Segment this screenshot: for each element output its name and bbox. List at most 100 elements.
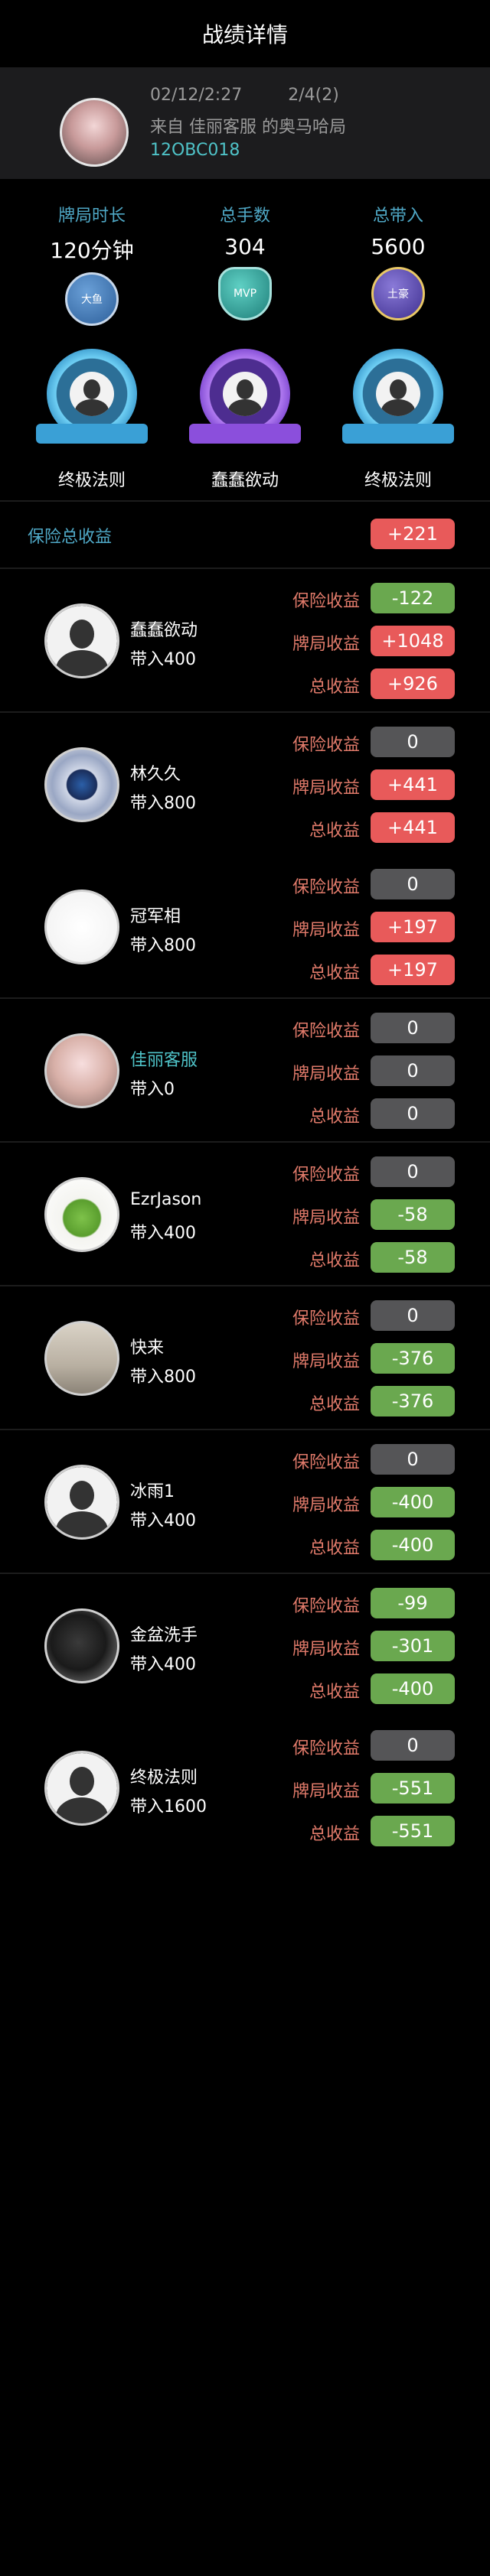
player-total-label: 总收益 xyxy=(309,1251,360,1270)
player-row[interactable]: 林久久 带入800 保险收益 0 牌局收益 +441 总收益 +441 xyxy=(0,713,490,855)
stat-buyin: 总带入 5600 土豪 xyxy=(329,202,467,320)
player-total-label: 总收益 xyxy=(309,1825,360,1844)
stats-section: 牌局时长 120分钟 大鱼 总手数 304 MVP 总带入 5600 土豪 终极… xyxy=(0,179,490,500)
player-hand-value: -58 xyxy=(371,1199,455,1230)
player-buyin: 带入1600 xyxy=(130,1797,207,1817)
player-name: 金盆洗手 xyxy=(130,1626,198,1645)
player-row[interactable]: 冰雨1 带入400 保险收益 0 牌局收益 -400 总收益 -400 xyxy=(0,1430,490,1573)
stat-duration: 牌局时长 120分钟 大鱼 xyxy=(23,202,161,326)
player-row[interactable]: EzrJason 带入400 保险收益 0 牌局收益 -58 总收益 -58 xyxy=(0,1143,490,1285)
player-row[interactable]: 快来 带入800 保险收益 0 牌局收益 -376 总收益 -376 xyxy=(0,1286,490,1429)
player-total-label: 总收益 xyxy=(309,964,360,983)
default-avatar-icon xyxy=(376,372,420,416)
player-insurance-value: -122 xyxy=(371,583,455,613)
award-2[interactable]: 蠢蠢欲动 xyxy=(176,349,314,491)
player-avatar-woman[interactable] xyxy=(44,1033,119,1108)
player-insurance-value: -99 xyxy=(371,1588,455,1618)
player-name: 佳丽客服 xyxy=(130,1051,198,1070)
badge-label: 土豪 xyxy=(387,288,409,301)
player-buyin: 带入800 xyxy=(130,1368,196,1387)
player-insurance-label: 保险收益 xyxy=(292,878,360,897)
default-avatar-icon xyxy=(47,1753,117,1823)
player-total-value: +926 xyxy=(371,668,455,699)
game-date: 02/12/2:27 xyxy=(150,86,243,105)
player-total-label: 总收益 xyxy=(309,821,360,841)
player-avatar[interactable] xyxy=(44,603,119,678)
insurance-total-label: 保险总收益 xyxy=(28,528,113,547)
player-hand-value: -551 xyxy=(371,1773,455,1804)
player-row[interactable]: 冠军相 带入800 保险收益 0 牌局收益 +197 总收益 +197 xyxy=(0,855,490,997)
stat-hands: 总手数 304 MVP xyxy=(176,202,314,320)
player-buyin: 带入800 xyxy=(130,794,196,813)
player-buyin: 带入400 xyxy=(130,650,196,669)
player-insurance-label: 保险收益 xyxy=(292,1022,360,1041)
player-hand-label: 牌局收益 xyxy=(292,1640,360,1659)
player-hand-value: +441 xyxy=(371,769,455,800)
award-1[interactable]: 终极法则 xyxy=(23,349,161,491)
player-insurance-label: 保险收益 xyxy=(292,1166,360,1185)
player-hand-label: 牌局收益 xyxy=(292,779,360,798)
king-badge-icon: 土豪 xyxy=(371,267,425,320)
award-ribbon-icon xyxy=(342,349,454,444)
player-total-label: 总收益 xyxy=(309,1395,360,1414)
stat-value: 5600 xyxy=(371,234,426,259)
player-avatar-calligraphy[interactable] xyxy=(44,890,119,964)
player-avatar-sign[interactable] xyxy=(44,1321,119,1396)
player-avatar-dark[interactable] xyxy=(44,1608,119,1683)
player-row[interactable]: 蠢蠢欲动 带入400 保险收益 -122 牌局收益 +1048 总收益 +926 xyxy=(0,569,490,711)
player-hand-value: -400 xyxy=(371,1487,455,1517)
player-avatar[interactable] xyxy=(44,1751,119,1826)
game-source: 来自 佳丽客服 的奥马哈局 xyxy=(150,118,346,137)
player-insurance-value: 0 xyxy=(371,1013,455,1043)
award-name: 终极法则 xyxy=(57,471,126,490)
player-buyin: 带入400 xyxy=(130,1655,196,1674)
insurance-total-value: +221 xyxy=(371,519,455,549)
player-insurance-label: 保险收益 xyxy=(292,1739,360,1758)
player-insurance-label: 保险收益 xyxy=(292,592,360,611)
player-hand-value: 0 xyxy=(371,1055,455,1086)
player-hand-label: 牌局收益 xyxy=(292,1208,360,1228)
game-hands-info: 2/4(2) xyxy=(288,86,339,105)
player-total-label: 总收益 xyxy=(309,1539,360,1558)
player-total-value: -376 xyxy=(371,1386,455,1416)
player-row[interactable]: 终极法则 带入1600 保险收益 0 牌局收益 -551 总收益 -551 xyxy=(0,1716,490,1859)
player-avatar-eye[interactable] xyxy=(44,747,119,822)
insurance-total-row: 保险总收益 +221 xyxy=(0,502,490,568)
player-total-label: 总收益 xyxy=(309,678,360,697)
player-insurance-value: 0 xyxy=(371,1300,455,1331)
badge-label: MVP xyxy=(233,288,257,300)
player-row[interactable]: 金盆洗手 带入400 保险收益 -99 牌局收益 -301 总收益 -400 xyxy=(0,1574,490,1716)
award-3[interactable]: 终极法则 xyxy=(329,349,467,491)
player-avatar-clover[interactable] xyxy=(44,1177,119,1252)
player-hand-label: 牌局收益 xyxy=(292,1782,360,1801)
player-total-value: -58 xyxy=(371,1242,455,1273)
player-list: 蠢蠢欲动 带入400 保险收益 -122 牌局收益 +1048 总收益 +926 林久久 带入80… xyxy=(0,569,490,1859)
player-insurance-label: 保险收益 xyxy=(292,1309,360,1329)
player-name: 终极法则 xyxy=(130,1768,198,1787)
stat-value: 304 xyxy=(224,234,266,259)
player-insurance-value: 0 xyxy=(371,1730,455,1761)
player-name: 蠢蠢欲动 xyxy=(130,621,198,640)
player-buyin: 带入800 xyxy=(130,936,196,955)
player-total-label: 总收益 xyxy=(309,1683,360,1702)
badge-label: 大鱼 xyxy=(81,294,103,306)
player-hand-label: 牌局收益 xyxy=(292,921,360,940)
player-total-label: 总收益 xyxy=(309,1107,360,1127)
player-hand-value: +1048 xyxy=(371,626,455,656)
player-total-value: -400 xyxy=(371,1673,455,1704)
page-title: 战绩详情 xyxy=(0,0,490,67)
stat-label: 总手数 xyxy=(219,207,270,226)
player-total-value: 0 xyxy=(371,1098,455,1129)
default-avatar-icon xyxy=(223,372,267,416)
player-insurance-label: 保险收益 xyxy=(292,736,360,755)
award-name: 终极法则 xyxy=(364,471,432,490)
game-meta: 02/12/2:27 2/4(2) xyxy=(150,86,339,105)
player-total-value: +441 xyxy=(371,812,455,843)
player-row[interactable]: 佳丽客服 带入0 保险收益 0 牌局收益 0 总收益 0 xyxy=(0,999,490,1141)
player-name: 快来 xyxy=(130,1338,165,1358)
host-avatar[interactable] xyxy=(60,98,129,167)
player-hand-value: -301 xyxy=(371,1631,455,1661)
player-avatar[interactable] xyxy=(44,1465,119,1540)
player-hand-value: +197 xyxy=(371,912,455,942)
player-name: 冰雨1 xyxy=(130,1482,175,1501)
